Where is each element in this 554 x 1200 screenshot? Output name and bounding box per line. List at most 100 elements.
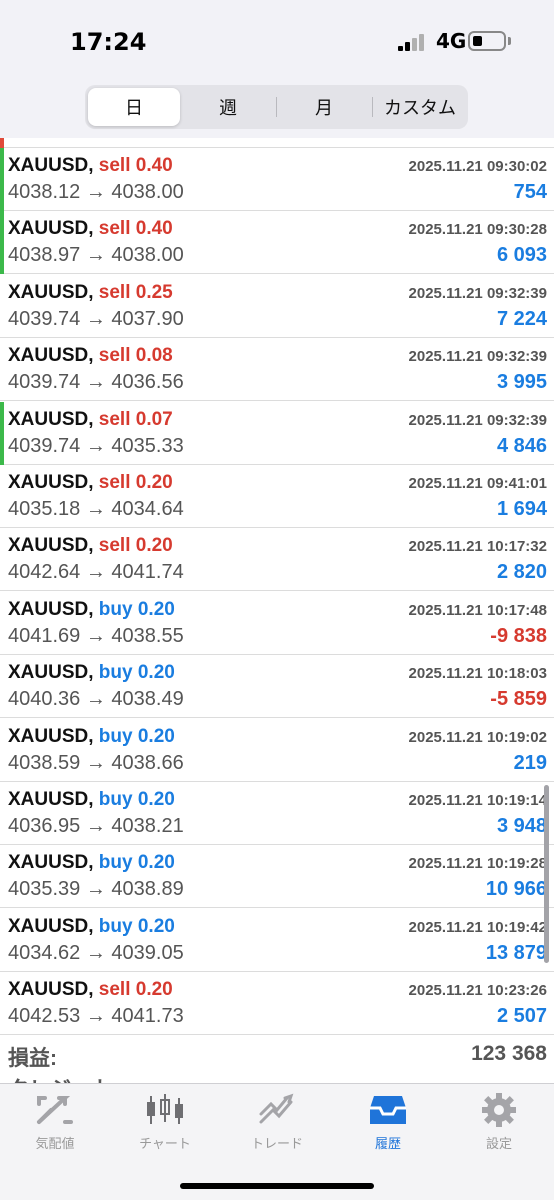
- trade-side-volume: buy 0.20: [98, 662, 175, 684]
- trade-symbol: XAUUSD,: [8, 345, 94, 367]
- trade-symbol: XAUUSD,: [8, 155, 94, 176]
- trade-profit: -9 838: [490, 624, 547, 647]
- segment-divider: [276, 97, 277, 117]
- trade-datetime: 2025.11.21 09:32:39: [408, 284, 547, 302]
- trade-row[interactable]: XAUUSD, buy 0.20 4036.95 → 4038.21 2025.11…: [0, 782, 554, 845]
- trade-side-volume: buy 0.20: [98, 915, 175, 937]
- trade-symbol: XAUUSD,: [8, 535, 94, 557]
- trade-side-volume: buy 0.20: [98, 725, 175, 747]
- row-marker: [0, 211, 4, 275]
- row-marker: [0, 138, 4, 148]
- trade-history-list[interactable]: XAUUSD, sell 0.40 4038.12 → 4038.00 2025.1…: [0, 138, 554, 1083]
- trade-row[interactable]: XAUUSD, buy 0.20 4034.62 → 4039.05 2025.11…: [0, 909, 554, 972]
- trade-symbol: XAUUSD,: [8, 218, 94, 240]
- trade-symbol: XAUUSD,: [8, 725, 94, 747]
- period-tab-week[interactable]: 週: [182, 88, 274, 126]
- trade-symbol: XAUUSD,: [8, 281, 94, 303]
- trade-side-volume: sell 0.25: [98, 281, 173, 303]
- trade-row[interactable]: XAUUSD, sell 0.40 4038.97 → 4038.00 2025.1…: [0, 211, 554, 275]
- trade-row[interactable]: XAUUSD, sell 0.20 4035.18 → 4034.64 2025.1…: [0, 465, 554, 528]
- period-segmented-control: 日 週 月 カスタム: [85, 85, 468, 129]
- trade-side-volume: sell 0.20: [98, 472, 173, 493]
- trade-symbol: XAUUSD,: [8, 408, 94, 430]
- trade-symbol: XAUUSD,: [8, 979, 94, 1001]
- trade-row[interactable]: XAUUSD, sell 0.07 4039.74 → 4035.33 2025.1…: [0, 401, 554, 465]
- trade-side-volume: buy 0.20: [98, 789, 175, 810]
- trade-datetime: 2025.11.21 10:19:28: [408, 855, 547, 873]
- signal-strength-icon: [398, 33, 430, 51]
- trade-prices: 4038.12 → 4038.00: [8, 181, 184, 203]
- trade-datetime: 2025.11.21 10:19:02: [408, 728, 547, 746]
- credit-label: クレジット: [8, 1073, 113, 1083]
- trade-side-volume: sell 0.07: [98, 408, 173, 430]
- trade-datetime: 2025.11.21 09:30:28: [408, 221, 547, 239]
- trade-side-volume: sell 0.08: [98, 345, 173, 367]
- trade-symbol-line: XAUUSD, sell 0.20: [8, 472, 173, 494]
- trade-symbol: XAUUSD,: [8, 915, 94, 937]
- tab-settings[interactable]: 設定: [444, 1092, 554, 1152]
- trade-datetime: 2025.11.21 10:23:26: [408, 982, 547, 1000]
- tab-chart[interactable]: チャート: [110, 1092, 220, 1152]
- trade-symbol: XAUUSD,: [8, 598, 94, 620]
- trade-symbol-line: XAUUSD, buy 0.20: [8, 916, 175, 938]
- tab-quotes[interactable]: 気配値: [0, 1092, 110, 1152]
- trade-symbol-line: XAUUSD, buy 0.20: [8, 599, 175, 621]
- chart-icon: [147, 1094, 183, 1124]
- trade-profit: 10 966: [485, 878, 547, 901]
- trade-symbol: XAUUSD,: [8, 789, 94, 810]
- trade-profit: 1 694: [496, 498, 547, 520]
- trade-symbol-line: XAUUSD, sell 0.40: [8, 155, 173, 177]
- trade-side-volume: sell 0.20: [98, 535, 173, 557]
- tab-history[interactable]: 履歴: [333, 1092, 443, 1152]
- trade-row[interactable]: XAUUSD, sell 0.20 4042.64 → 4041.74 2025.1…: [0, 528, 554, 592]
- trade-datetime: 2025.11.21 09:41:01: [408, 475, 547, 492]
- period-tab-custom[interactable]: カスタム: [374, 88, 466, 126]
- trade-datetime: 2025.11.21 10:19:14: [408, 792, 547, 809]
- battery-icon: [468, 31, 506, 51]
- trade-row[interactable]: XAUUSD, buy 0.20 4038.59 → 4038.66 2025.11…: [0, 719, 554, 782]
- trade-datetime: 2025.11.21 09:32:39: [408, 348, 547, 366]
- trade-datetime: 2025.11.21 09:32:39: [408, 411, 547, 429]
- trade-profit: -5 859: [490, 688, 547, 711]
- trade-symbol: XAUUSD,: [8, 472, 94, 493]
- period-tab-day[interactable]: 日: [88, 88, 180, 126]
- trade-row[interactable]: XAUUSD, buy 0.20 4041.69 → 4038.55 2025.11…: [0, 592, 554, 655]
- home-indicator: [180, 1183, 374, 1189]
- trade-symbol-line: XAUUSD, sell 0.08: [8, 345, 173, 367]
- trade-profit: 2 507: [496, 1005, 547, 1028]
- status-bar: 17:24 4G: [0, 0, 554, 80]
- period-tab-month[interactable]: 月: [278, 88, 370, 126]
- trade-row[interactable]: XAUUSD, sell 0.08 4039.74 → 4036.56 2025.1…: [0, 338, 554, 402]
- trade-prices: 4035.18 → 4034.64: [8, 498, 184, 520]
- trade-prices: 4034.62 → 4039.05: [8, 941, 184, 964]
- row-marker: [0, 401, 4, 465]
- trade-symbol-line: XAUUSD, sell 0.20: [8, 535, 173, 557]
- trade-row[interactable]: XAUUSD, buy 0.20 4035.39 → 4038.89 2025.11…: [0, 845, 554, 909]
- trade-symbol-line: XAUUSD, buy 0.20: [8, 789, 175, 811]
- tab-trade-label: トレード: [250, 1137, 303, 1152]
- trade-profit: 219: [513, 751, 547, 774]
- trade-datetime: 2025.11.21 10:19:42: [408, 918, 547, 936]
- trade-prices: 4042.53 → 4041.73: [8, 1005, 184, 1028]
- trade-profit: 3 948: [496, 815, 547, 837]
- trade-row-partial[interactable]: [0, 138, 554, 148]
- tab-chart-label: チャート: [139, 1137, 191, 1152]
- trade-symbol: XAUUSD,: [8, 662, 94, 684]
- tab-settings-label: 設定: [485, 1137, 512, 1152]
- trade-row[interactable]: XAUUSD, sell 0.20 4042.53 → 4041.73 2025.1…: [0, 972, 554, 1036]
- trade-prices: 4035.39 → 4038.89: [8, 878, 184, 901]
- settings-icon: [482, 1093, 516, 1127]
- tab-trade[interactable]: トレード: [222, 1092, 332, 1152]
- scrollbar[interactable]: [544, 785, 549, 963]
- trade-symbol-line: XAUUSD, sell 0.40: [8, 218, 173, 240]
- clock: 17:24: [70, 28, 147, 56]
- network-type: 4G: [436, 29, 467, 53]
- trade-row[interactable]: XAUUSD, sell 0.25 4039.74 → 4037.90 2025.1…: [0, 275, 554, 338]
- trade-row[interactable]: XAUUSD, buy 0.20 4040.36 → 4038.49 2025.11…: [0, 655, 554, 719]
- trade-side-volume: sell 0.40: [98, 218, 173, 240]
- trade-icon: [259, 1093, 294, 1124]
- profit-summary-label: 損益:: [8, 1047, 57, 1070]
- trade-prices: 4038.59 → 4038.66: [8, 751, 184, 774]
- trade-symbol-line: XAUUSD, sell 0.25: [8, 282, 173, 304]
- trade-row[interactable]: XAUUSD, sell 0.40 4038.12 → 4038.00 2025.1…: [0, 148, 554, 211]
